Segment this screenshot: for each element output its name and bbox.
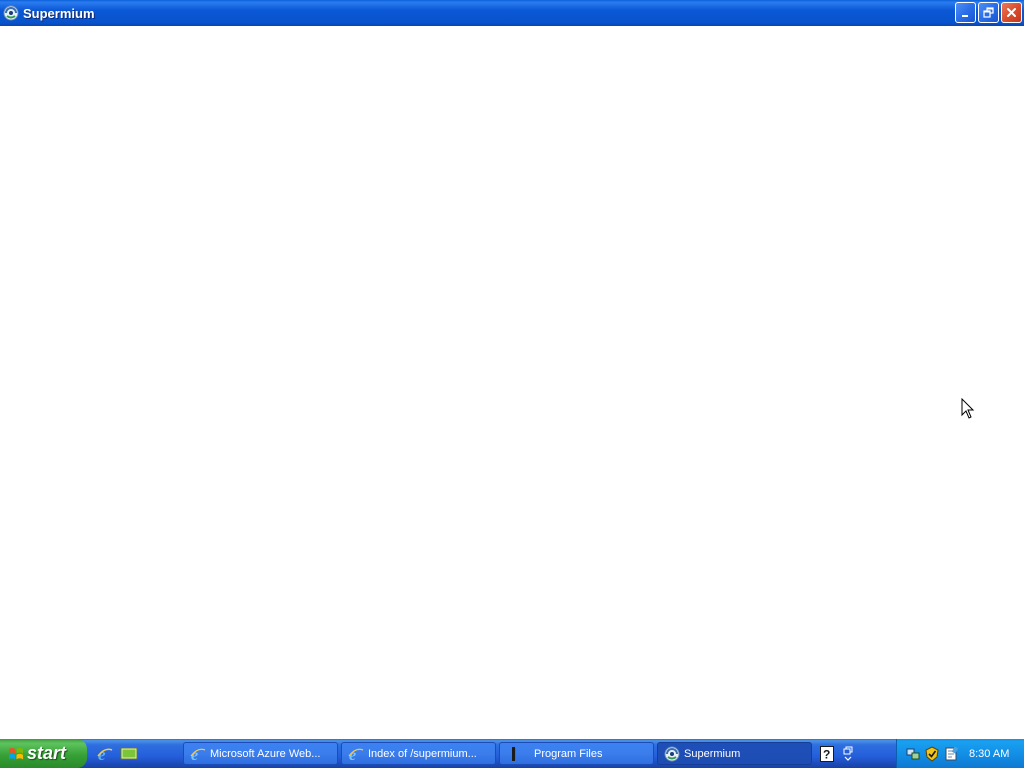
taskbar: start e e Microsoft Azure Web... e Index… [0, 739, 1024, 768]
folder-icon [512, 746, 516, 761]
minimize-icon [962, 15, 968, 17]
task-button-azure[interactable]: e Microsoft Azure Web... [183, 742, 338, 765]
network-icon[interactable] [905, 746, 921, 762]
start-label: start [27, 743, 67, 763]
task-label: Index of /supermium... [368, 747, 477, 760]
close-button[interactable] [1001, 2, 1022, 23]
task-label: Program Files [534, 747, 603, 760]
help-icon[interactable]: ? [820, 745, 834, 762]
minimize-button[interactable] [955, 2, 976, 23]
taskbar-extra-icons: ? [820, 739, 854, 768]
desktop-screen: Supermium start e e Microsoft Azure Web.… [0, 0, 1024, 768]
task-button-supermium[interactable]: Supermium [657, 742, 812, 765]
tray-icons [905, 745, 959, 762]
clock[interactable]: 8:30 AM [969, 748, 1009, 760]
windows-flag-icon [9, 747, 23, 759]
task-button-program-files[interactable]: Program Files [499, 742, 654, 765]
internet-explorer-icon[interactable]: e [96, 745, 114, 763]
system-tray: 8:30 AM [896, 739, 1024, 768]
window-title: Supermium [23, 5, 95, 21]
mouse-cursor-icon [961, 398, 975, 419]
start-button[interactable]: start [0, 739, 87, 768]
notepad-icon[interactable] [943, 745, 959, 762]
svg-text:?: ? [823, 747, 830, 761]
restore-icon [983, 7, 994, 18]
antivirus-icon[interactable] [924, 745, 940, 762]
supermium-icon [664, 746, 680, 761]
internet-explorer-icon: e [190, 747, 206, 762]
supermium-icon [3, 5, 19, 21]
quick-launch-bar: e [96, 739, 138, 768]
window-titlebar[interactable]: Supermium [0, 0, 1024, 26]
task-label: Supermium [684, 747, 741, 760]
task-label: Microsoft Azure Web... [210, 747, 321, 760]
restore-button[interactable] [978, 2, 999, 23]
internet-explorer-icon: e [348, 747, 364, 762]
browser-content-area[interactable] [0, 26, 1024, 739]
task-button-index[interactable]: e Index of /supermium... [341, 742, 496, 765]
restore-down-icon[interactable] [842, 746, 854, 762]
show-desktop-icon[interactable] [120, 745, 138, 763]
close-icon [1007, 8, 1016, 17]
caption-buttons [955, 2, 1022, 23]
